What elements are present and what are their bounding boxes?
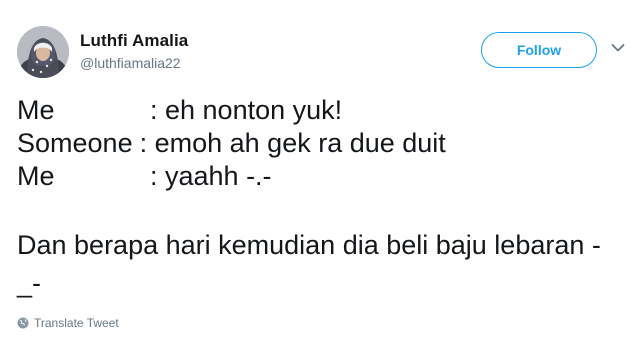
dialogue-line: Someone: emoh ah gek ra due duit xyxy=(17,127,617,160)
dialogue-text: : yaahh -.- xyxy=(150,161,272,191)
author-info: Luthfi Amalia @luthfiamalia22 xyxy=(80,31,188,72)
dialogue-speaker: Someone xyxy=(17,128,133,158)
dialogue-speaker: Me xyxy=(17,95,55,125)
tweet-text: Me : eh nonton yuk! Someone: emoh ah gek … xyxy=(17,94,617,302)
tweet-paragraph: Dan berapa hari kemudian dia beli baju l… xyxy=(17,230,601,298)
dialogue-speaker: Me xyxy=(17,161,55,191)
translate-label[interactable]: Translate Tweet xyxy=(34,316,119,330)
globe-icon xyxy=(17,317,29,329)
avatar-photo-icon xyxy=(17,26,69,78)
dialogue-text: : emoh ah gek ra due duit xyxy=(139,128,446,158)
dialogue-line: Me : yaahh -.- xyxy=(17,160,617,193)
display-name[interactable]: Luthfi Amalia xyxy=(80,31,188,51)
avatar[interactable] xyxy=(17,26,69,78)
dialogue-line: Me : eh nonton yuk! xyxy=(17,94,617,127)
follow-button[interactable]: Follow xyxy=(481,32,597,68)
dialogue-text: : eh nonton yuk! xyxy=(150,95,343,125)
user-handle[interactable]: @luthfiamalia22 xyxy=(80,54,188,72)
chevron-down-icon[interactable] xyxy=(611,43,625,53)
tweet-card: Luthfi Amalia @luthfiamalia22 Follow Me:… xyxy=(0,0,640,360)
translate-tweet-link[interactable]: Translate Tweet xyxy=(17,316,119,330)
